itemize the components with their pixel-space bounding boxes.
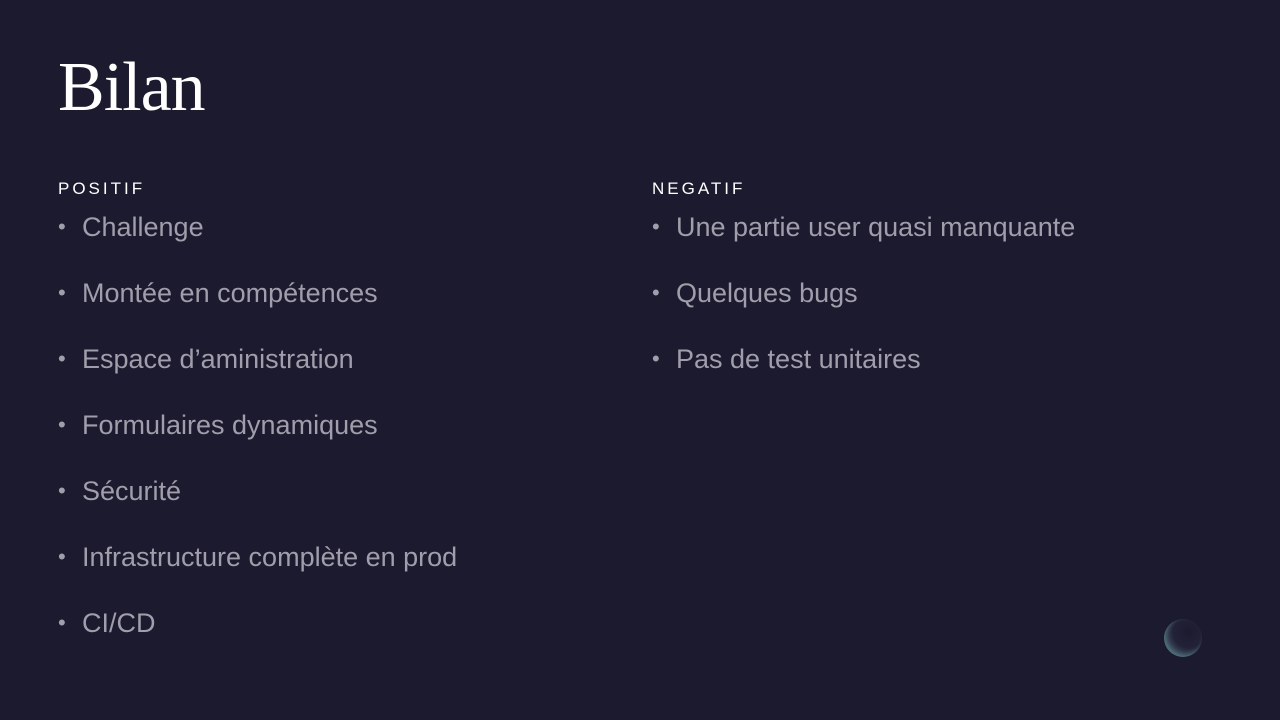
list-item: • Une partie user quasi manquante [652, 214, 1075, 280]
positive-list: • Challenge • Montée en compétences • Espac… [58, 214, 457, 676]
list-item: • Formulaires dynamiques [58, 412, 457, 478]
list-item-label: Challenge [82, 212, 204, 242]
list-item-label: Une partie user quasi manquante [676, 212, 1076, 242]
list-item: • Espace d’aministration [58, 346, 457, 412]
positive-heading: POSITIF [58, 179, 146, 198]
orb-icon [1164, 619, 1202, 657]
list-item: • Montée en compétences [58, 280, 457, 346]
list-item-label: Infrastructure complète en prod [82, 542, 458, 572]
slide-title: Bilan [58, 49, 206, 126]
bullet-icon: • [58, 412, 66, 437]
list-item-label: CI/CD [82, 608, 156, 638]
negative-heading: NEGATIF [652, 179, 746, 198]
list-item-label: Espace d’aministration [82, 344, 354, 374]
positive-column: POSITIF • Challenge • Montée en compétence… [58, 178, 457, 676]
list-item-label: Sécurité [82, 476, 182, 506]
bullet-icon: • [652, 346, 660, 371]
list-item-label: Formulaires dynamiques [82, 410, 378, 440]
bullet-icon: • [652, 214, 660, 239]
list-item: • Pas de test unitaires [652, 346, 1075, 412]
list-item: • Infrastructure complète en prod [58, 544, 457, 610]
bullet-icon: • [58, 214, 66, 239]
negative-list: • Une partie user quasi manquante • Quelqu… [652, 214, 1075, 412]
list-item-label: Montée en compétences [82, 278, 378, 308]
bullet-icon: • [58, 478, 66, 503]
bullet-icon: • [652, 280, 660, 305]
list-item-label: Pas de test unitaires [676, 344, 921, 374]
list-item: • Challenge [58, 214, 457, 280]
bullet-icon: • [58, 544, 66, 569]
negative-column: NEGATIF • Une partie user quasi manquante… [652, 178, 1075, 412]
bullet-icon: • [58, 610, 66, 635]
list-item-label: Quelques bugs [676, 278, 858, 308]
bullet-icon: • [58, 280, 66, 305]
list-item: • Sécurité [58, 478, 457, 544]
bullet-icon: • [58, 346, 66, 371]
list-item: • CI/CD [58, 610, 457, 676]
list-item: • Quelques bugs [652, 280, 1075, 346]
